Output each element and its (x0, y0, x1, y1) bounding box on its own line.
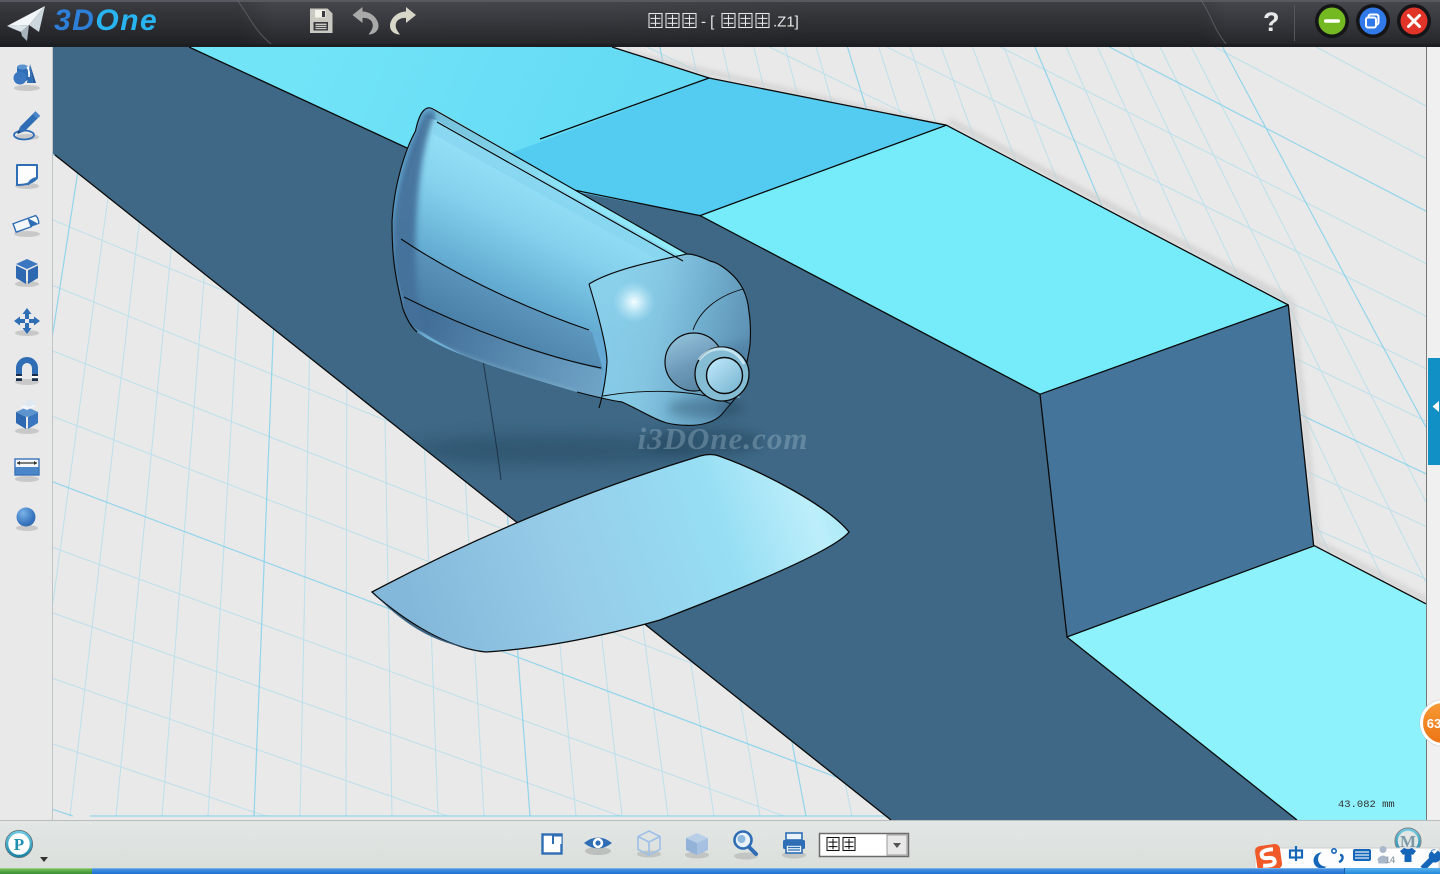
svg-text:43.082 mm: 43.082 mm (1338, 799, 1395, 811)
svg-text:?: ? (1263, 7, 1280, 37)
svg-text:- [: - [ (701, 14, 715, 31)
svg-text:.Z1]: .Z1] (773, 14, 799, 31)
svg-text:14: 14 (1385, 855, 1395, 865)
svg-text:63: 63 (1427, 716, 1440, 731)
svg-text:i3DOne.com: i3DOne.com (637, 421, 808, 456)
svg-text:P: P (14, 835, 24, 854)
